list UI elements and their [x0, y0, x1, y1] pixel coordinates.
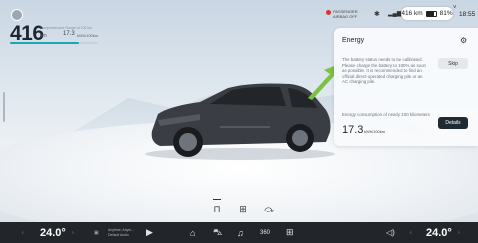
home-icon[interactable]: ⌂: [190, 222, 195, 243]
energy-title: Energy: [342, 37, 365, 44]
charging-port-icon[interactable]: ⊞: [238, 204, 248, 214]
consumption-unit: kWh/100km: [364, 129, 386, 134]
range-progress-fill: [10, 42, 79, 44]
consumption-value: 17.3: [342, 124, 364, 136]
left-temp-value: 24.0°: [40, 226, 66, 239]
unlock-icon[interactable]: ⊓: [212, 204, 222, 214]
pill-range: 416 km: [401, 10, 423, 17]
clock: 18:55: [459, 11, 476, 18]
consumption-small-value: 17.3: [63, 31, 75, 37]
right-temperature[interactable]: 24.0°: [426, 222, 452, 243]
music-icon[interactable]: ♫: [237, 222, 244, 243]
battery-percent: 81%: [439, 10, 453, 17]
volume-icon[interactable]: ◁): [386, 222, 395, 243]
profile-icon[interactable]: [11, 9, 23, 21]
range-unit: km: [40, 33, 47, 39]
passenger-airbag-status: PASSENGER AIRBAG OFF: [333, 9, 358, 19]
chevron-down-icon[interactable]: ˅: [453, 5, 457, 11]
play-icon[interactable]: ▶: [146, 222, 153, 243]
consumption-label: Energy consumption of nearly 100 kilomet…: [342, 112, 430, 117]
bottom-bar: ‹ 24.0° › ▣ Anytime, Anyw... Default Aud…: [0, 222, 478, 243]
energy-panel: Energy ⚙ The battery status needs to be …: [334, 28, 478, 146]
calibration-message: The battery status needs to be calibrate…: [342, 57, 426, 85]
360-view-icon[interactable]: 360: [260, 222, 270, 243]
media-info[interactable]: Anytime, Anyw... Default Audio: [108, 222, 134, 243]
range-caption: Comprehensive Range at 100 km: [40, 26, 93, 30]
media-subtitle: Default Audio: [108, 232, 129, 237]
bluetooth-icon: ✱: [374, 11, 380, 18]
skip-button[interactable]: Skip: [438, 58, 468, 69]
trunk-icon[interactable]: ⤼: [264, 204, 274, 214]
battery-icon: [425, 10, 437, 17]
range-battery-pill[interactable]: 416 km 81%: [401, 7, 453, 20]
left-temp-decrease[interactable]: ‹: [22, 222, 24, 243]
signal-icon: ▂▄▆: [388, 11, 402, 17]
apps-icon[interactable]: ⊞: [286, 222, 294, 243]
range-progress-bar: [10, 42, 98, 44]
consumption-small-unit: kWh/100km: [77, 33, 99, 38]
car-icon[interactable]: ⛍: [213, 222, 222, 243]
gear-icon[interactable]: ⚙: [460, 36, 467, 45]
left-temp-increase[interactable]: ›: [72, 222, 74, 243]
active-indicator: [213, 199, 221, 200]
airbag-icon: [326, 10, 331, 15]
side-handle[interactable]: [3, 92, 5, 122]
left-temperature[interactable]: 24.0°: [40, 222, 66, 243]
right-temp-decrease[interactable]: ‹: [410, 222, 412, 243]
right-temp-increase[interactable]: ›: [458, 222, 460, 243]
media-source-icon[interactable]: ▣: [94, 222, 99, 243]
right-temp-value: 24.0°: [426, 226, 452, 239]
details-button[interactable]: Details: [438, 117, 468, 129]
